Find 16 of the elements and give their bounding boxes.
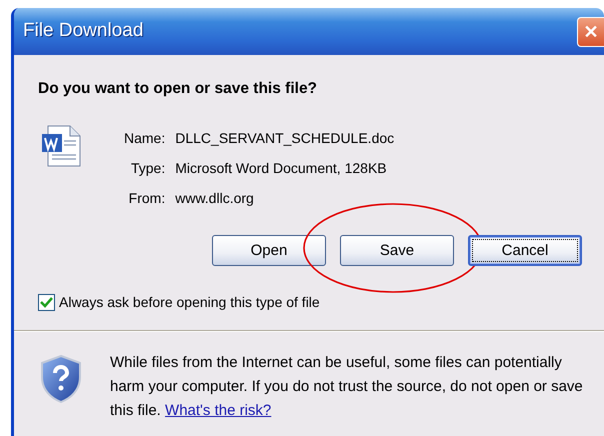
window-title: File Download bbox=[23, 19, 144, 44]
field-value: DLLC_SERVANT_SCHEDULE.doc bbox=[175, 129, 394, 148]
question-text: Do you want to open or save this file? bbox=[38, 79, 318, 99]
field-label: Name: bbox=[124, 129, 166, 148]
field-label: Type: bbox=[130, 159, 166, 178]
warning-text: While files from the Internet can be useful, some files can potentially harm your computer. If you do not trust the source, do not open or save this file. What's the risk? bbox=[110, 353, 584, 422]
checkbox-label[interactable]: Always ask before opening this type of file bbox=[59, 292, 320, 314]
field-value: www.dllc.org bbox=[175, 189, 255, 208]
checkbox[interactable] bbox=[38, 294, 55, 312]
dialog-button[interactable]: Open bbox=[212, 235, 326, 266]
dialog-button[interactable]: Save bbox=[340, 235, 454, 266]
shield-help-icon bbox=[40, 355, 82, 404]
field-label: From: bbox=[128, 189, 166, 208]
field-value: Microsoft Word Document, 128KB bbox=[175, 159, 388, 178]
dialog-button[interactable]: Cancel bbox=[468, 235, 582, 266]
risk-link[interactable]: What's the risk? bbox=[165, 402, 272, 420]
